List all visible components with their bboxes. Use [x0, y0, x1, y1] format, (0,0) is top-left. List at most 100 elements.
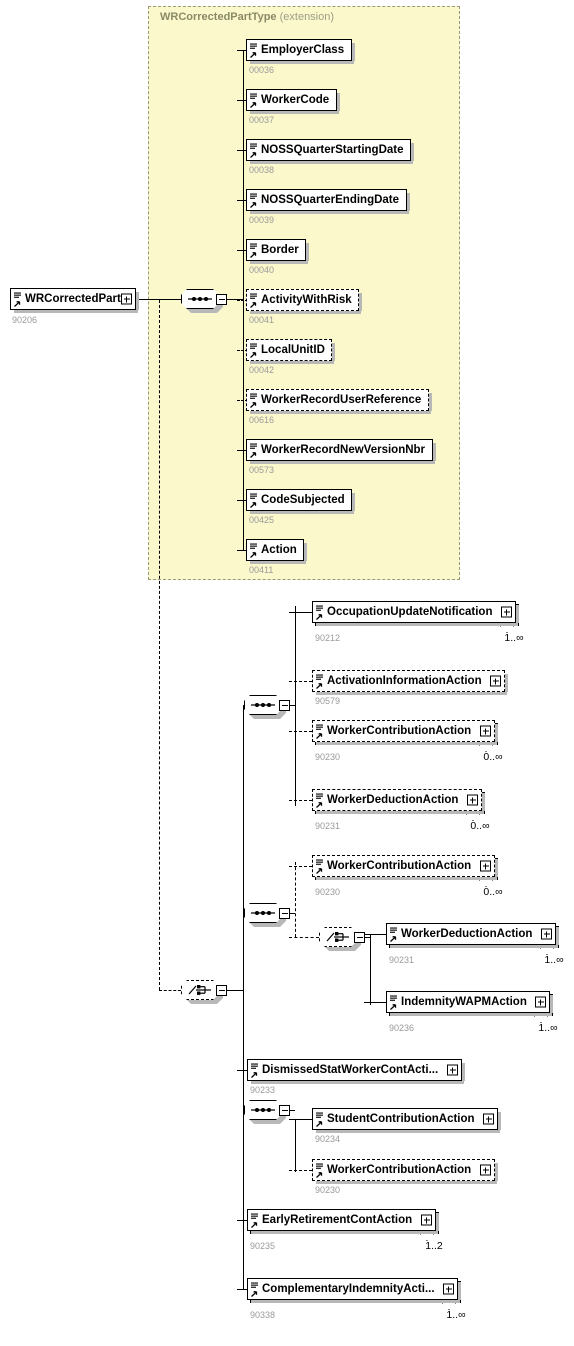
element-node[interactable]: OccupationUpdateNotification: [312, 601, 519, 626]
element-id: 00040: [249, 265, 275, 275]
element-node[interactable]: ActivityWithRisk: [246, 289, 362, 314]
cardinality-label: 0..∞: [483, 886, 503, 898]
connector-line: [364, 1002, 386, 1003]
collapse-icon[interactable]: [279, 1104, 290, 1116]
expand-icon[interactable]: [121, 293, 132, 305]
element-node[interactable]: WorkerCode: [246, 89, 340, 114]
connector-line-optional: [289, 681, 312, 682]
element-label: ActivationInformationAction: [327, 675, 482, 687]
element-node[interactable]: WorkerDeductionAction: [386, 923, 559, 948]
sequence-connector-main[interactable]: [181, 289, 223, 313]
element-node[interactable]: StudentContributionAction: [312, 1108, 501, 1133]
expand-icon[interactable]: [483, 1113, 494, 1125]
element-icon: [316, 605, 323, 620]
element-node[interactable]: WorkerContributionAction: [312, 1159, 498, 1184]
expand-icon[interactable]: [421, 1214, 432, 1226]
element-id: 00037: [249, 115, 275, 125]
sequence-icon: [251, 911, 275, 915]
sequence-icon: [251, 1108, 275, 1112]
element-node[interactable]: WorkerContributionAction: [312, 855, 498, 880]
element-icon: [390, 927, 397, 942]
element-node[interactable]: ComplementaryIndemnityActi...: [247, 1278, 461, 1303]
element-icon: [251, 1213, 258, 1228]
collapse-icon[interactable]: [279, 907, 290, 919]
expand-icon[interactable]: [480, 860, 491, 872]
connector-line-optional: [289, 866, 312, 867]
element-node[interactable]: WorkerRecordNewVersionNbr: [246, 439, 436, 464]
element-node[interactable]: LocalUnitID: [246, 339, 335, 364]
cardinality-label: 1..2: [425, 1240, 443, 1252]
choice-drop-line: [159, 990, 181, 991]
expand-icon[interactable]: [535, 996, 546, 1008]
element-id: 00573: [249, 465, 275, 475]
choice-connector[interactable]: [319, 927, 361, 951]
element-id: 00411: [249, 565, 274, 575]
element-node[interactable]: Action: [246, 539, 307, 564]
element-node[interactable]: IndemnityWAPMAction: [386, 991, 553, 1016]
element-icon: [250, 493, 257, 508]
element-node[interactable]: CodeSubjected: [246, 489, 355, 514]
element-id: 90230: [315, 887, 341, 897]
connector-line: [370, 935, 371, 1005]
choice-connector-main[interactable]: [181, 980, 223, 1004]
element-label: WorkerContributionAction: [327, 725, 472, 737]
element-label: ActivityWithRisk: [261, 294, 352, 306]
element-node[interactable]: Border: [246, 239, 309, 264]
element-label: DismissedStatWorkerContActi...: [262, 1064, 439, 1076]
expand-icon[interactable]: [480, 725, 491, 737]
collapse-icon[interactable]: [354, 931, 365, 943]
collapse-icon[interactable]: [216, 984, 227, 996]
cardinality-label: 0..∞: [483, 751, 503, 763]
expand-icon[interactable]: [480, 1164, 491, 1176]
schema-diagram-canvas: WRCorrectedPartType (extension) WRCorrec…: [0, 0, 574, 1346]
element-id: 00042: [249, 365, 275, 375]
expand-icon[interactable]: [467, 794, 478, 806]
element-id: 90231: [315, 821, 341, 831]
extension-type-kind: (extension): [279, 11, 335, 23]
sequence-connector[interactable]: [244, 903, 286, 927]
expand-icon[interactable]: [443, 1283, 454, 1295]
element-node[interactable]: EmployerClass: [246, 39, 355, 64]
choice-spine: [243, 705, 244, 1290]
element-node[interactable]: EarlyRetirementContAction: [247, 1209, 439, 1234]
element-icon: [250, 143, 257, 158]
collapse-icon[interactable]: [216, 293, 227, 305]
sequence-connector[interactable]: [244, 1100, 286, 1124]
expand-icon[interactable]: [447, 1064, 458, 1076]
sequence-connector[interactable]: [244, 695, 286, 719]
connector-line: [289, 612, 312, 613]
cardinality-label: 1..∞: [446, 1309, 466, 1321]
expand-icon[interactable]: [541, 928, 552, 940]
cardinality-label: 1..∞: [538, 1022, 558, 1034]
element-label: WorkerDeductionAction: [401, 928, 533, 940]
element-node[interactable]: ActivationInformationAction: [312, 670, 508, 695]
element-label: EarlyRetirementContAction: [262, 1214, 413, 1226]
collapse-icon[interactable]: [279, 699, 290, 711]
element-icon: [316, 793, 323, 808]
connector-line: [227, 990, 243, 991]
choice-icon: [188, 985, 211, 995]
expand-icon[interactable]: [501, 606, 512, 618]
element-id: 90230: [315, 1185, 341, 1195]
element-label: WorkerContributionAction: [327, 1164, 472, 1176]
element-label: LocalUnitID: [261, 344, 325, 356]
element-id: 90231: [389, 955, 415, 965]
root-element-node[interactable]: WRCorrectedPart: [10, 288, 139, 313]
element-id: 90234: [315, 1134, 341, 1144]
extension-type-title: WRCorrectedPartType (extension): [160, 11, 334, 23]
element-node[interactable]: NOSSQuarterStartingDate: [246, 139, 414, 164]
element-id: 90233: [250, 1085, 276, 1095]
element-icon: [250, 193, 257, 208]
sequence-icon: [251, 703, 275, 707]
expand-icon[interactable]: [490, 675, 501, 687]
element-node[interactable]: WorkerDeductionAction: [312, 789, 485, 814]
element-icon: [14, 292, 21, 307]
element-label: WorkerRecordNewVersionNbr: [261, 444, 426, 456]
element-label: WorkerCode: [261, 94, 330, 106]
element-node[interactable]: DismissedStatWorkerContActi...: [247, 1059, 465, 1084]
element-node[interactable]: WorkerContributionAction: [312, 720, 498, 745]
element-node[interactable]: WorkerRecordUserReference: [246, 389, 432, 414]
element-node[interactable]: NOSSQuarterEndingDate: [246, 189, 410, 214]
element-icon: [250, 543, 257, 558]
connector-line-optional: [289, 1170, 312, 1171]
